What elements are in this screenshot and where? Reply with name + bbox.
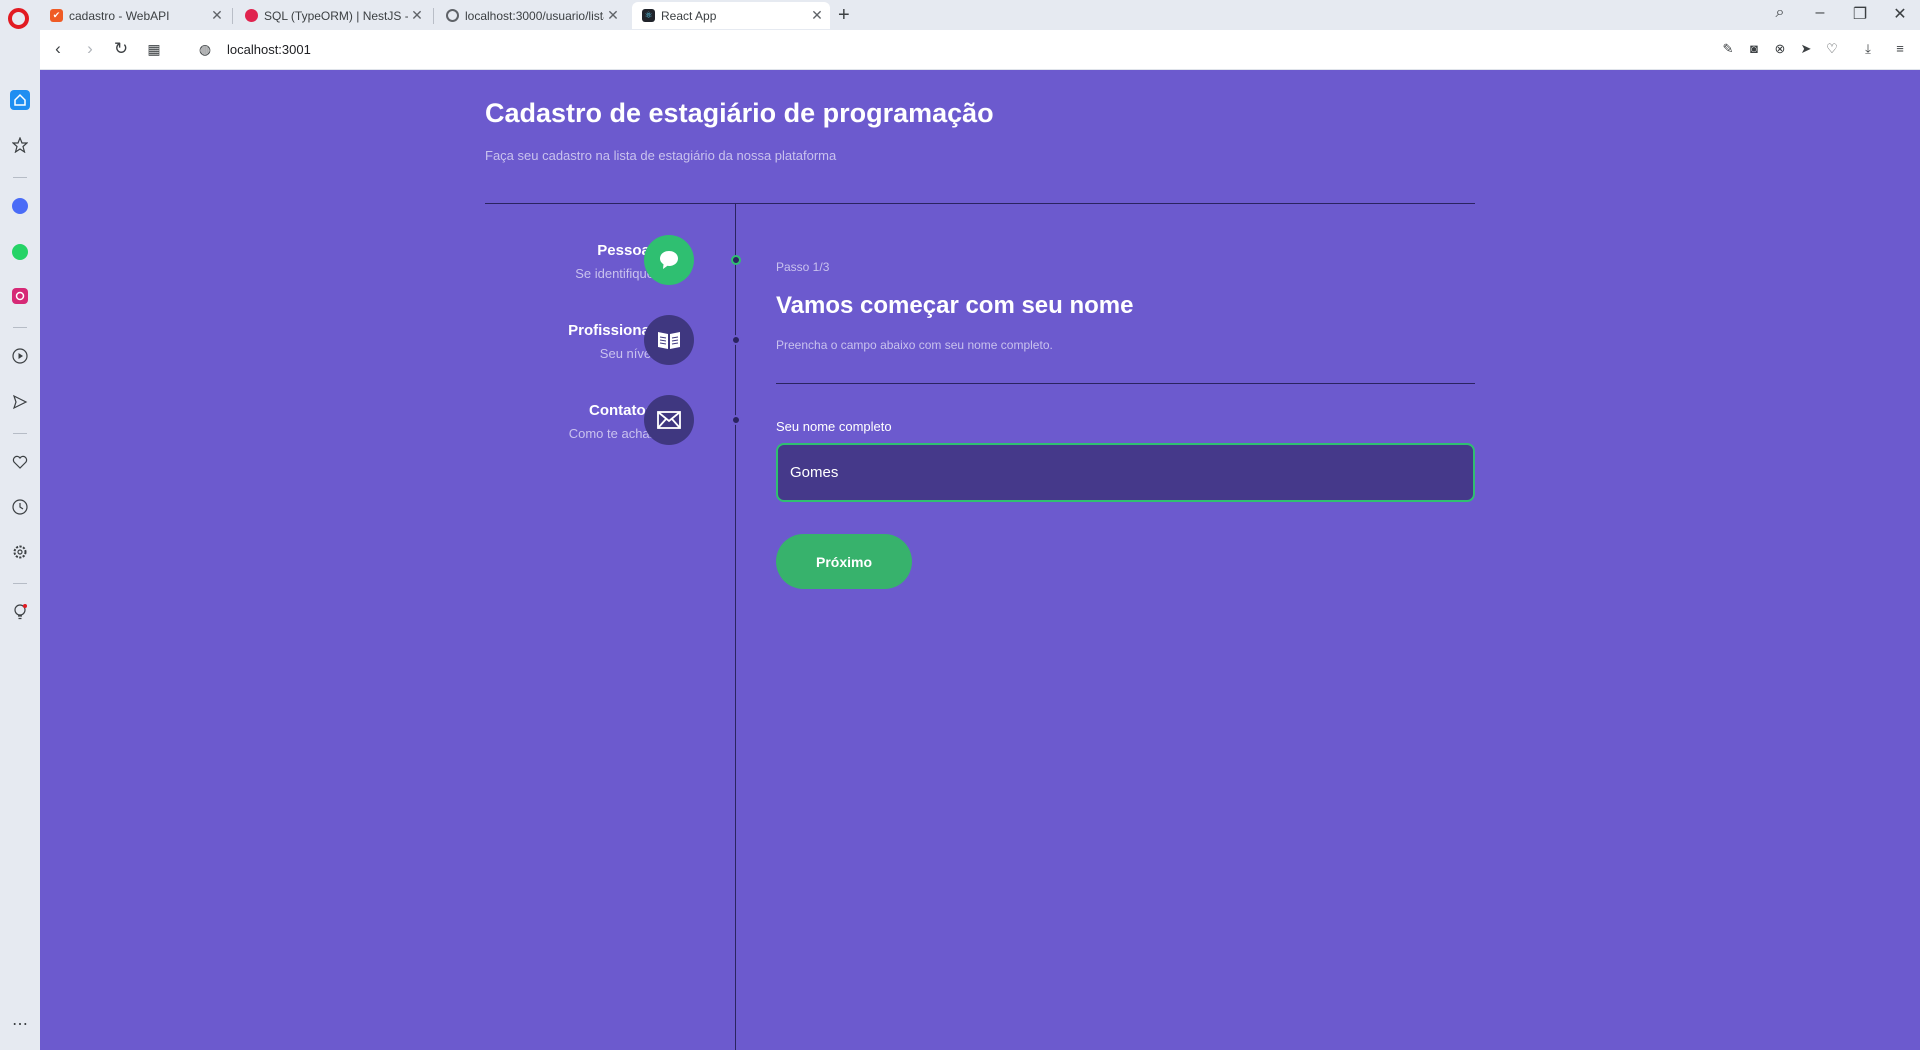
step-profissional[interactable]: Profissional Seu nível (485, 315, 741, 371)
form-divider (776, 383, 1475, 384)
tab-typeorm-nestjs[interactable]: SQL (TypeORM) | NestJS - A ✕ (235, 2, 430, 29)
step-indicator-dot (731, 255, 741, 265)
url-field[interactable]: localhost:3001 (227, 42, 311, 57)
player-icon[interactable] (10, 346, 30, 366)
envelope-icon (644, 395, 694, 445)
heart-icon[interactable]: ♡ (1824, 41, 1840, 57)
sidebar-divider (13, 583, 27, 584)
react-icon: ⚛ (642, 9, 655, 22)
book-icon (644, 315, 694, 365)
more-icon[interactable]: ⋯ (10, 1014, 30, 1034)
restore-icon[interactable]: ❐ (1848, 4, 1872, 24)
globe-icon: ◍ (198, 41, 212, 57)
step-contatos[interactable]: Contatos Como te achar (485, 395, 741, 451)
header-divider (485, 203, 1475, 204)
globe-icon (446, 9, 459, 22)
search-tabs-icon[interactable]: ⌕ (1768, 4, 1792, 22)
home-icon[interactable] (10, 90, 30, 110)
back-icon[interactable]: ‹ (48, 39, 68, 59)
send-icon[interactable]: ➤ (1798, 41, 1814, 57)
opera-sidebar: ⋯ (0, 30, 40, 1050)
history-icon[interactable] (10, 497, 30, 517)
tab-localhost-usuario[interactable]: localhost:3000/usuario/lista ✕ (436, 2, 626, 29)
chat-bubble-icon (644, 235, 694, 285)
reload-icon[interactable]: ↻ (111, 39, 131, 59)
close-icon[interactable]: ✕ (208, 7, 226, 24)
minimize-icon[interactable]: – (1808, 4, 1832, 22)
heart-icon[interactable] (10, 452, 30, 472)
step-indicator-dot (731, 415, 741, 425)
close-icon[interactable]: ✕ (808, 7, 826, 24)
step-sub: Como te achar (568, 426, 654, 441)
forward-icon[interactable]: › (80, 39, 100, 59)
download-icon[interactable]: ⤓ (1860, 41, 1876, 57)
lightbulb-icon[interactable] (10, 602, 30, 622)
tab-divider (232, 8, 233, 24)
full-name-label: Seu nome completo (776, 419, 892, 434)
ad-block-icon[interactable]: ⊗ (1772, 41, 1788, 57)
tab-divider (433, 8, 434, 24)
app-page: Cadastro de estagiário de programação Fa… (40, 70, 1920, 1050)
speed-dial-icon[interactable] (10, 135, 30, 155)
step-counter: Passo 1/3 (776, 260, 830, 274)
page-title: Cadastro de estagiário de programação (485, 98, 994, 128)
opera-logo-icon[interactable] (8, 8, 29, 29)
tab-react-app[interactable]: ⚛ React App ✕ (632, 2, 830, 29)
camera-icon[interactable]: ◙ (1746, 41, 1762, 57)
close-window-icon[interactable]: ✕ (1888, 4, 1912, 24)
nestjs-icon (245, 9, 258, 22)
postman-icon: ✔ (50, 9, 63, 22)
full-name-input[interactable] (776, 443, 1475, 502)
step-description: Preencha o campo abaixo com seu nome com… (776, 338, 1053, 352)
step-sub: Se identifique (575, 266, 654, 281)
instagram-icon[interactable] (10, 286, 30, 306)
step-pessoal[interactable]: Pessoal Se identifique (485, 235, 741, 291)
close-icon[interactable]: ✕ (408, 7, 426, 24)
tab-bar: ✔ cadastro - WebAPI ✕ SQL (TypeORM) | Ne… (0, 0, 1920, 30)
page-subtitle: Faça seu cadastro na lista de estagiário… (485, 148, 837, 163)
settings-icon[interactable] (10, 542, 30, 562)
next-button[interactable]: Próximo (776, 534, 912, 589)
sidebar-divider (13, 177, 27, 178)
address-bar: ‹ › ↻ ▦ ◍ localhost:3001 ✎ ◙ ⊗ ➤ ♡ ⤓ ≡ (40, 30, 1920, 70)
step-indicator-dot (731, 335, 741, 345)
step-heading: Vamos começar com seu nome (776, 292, 1134, 319)
tab-cadastro-webapi[interactable]: ✔ cadastro - WebAPI ✕ (40, 2, 230, 29)
close-icon[interactable]: ✕ (604, 7, 622, 24)
menu-icon[interactable]: ≡ (1892, 41, 1908, 57)
whatsapp-icon[interactable] (10, 242, 30, 262)
sidebar-divider (13, 327, 27, 328)
sidebar-divider (13, 433, 27, 434)
edit-icon[interactable]: ✎ (1720, 41, 1736, 57)
new-tab-button[interactable]: + (838, 4, 850, 27)
tab-grid-icon[interactable]: ▦ (144, 41, 164, 58)
send-icon[interactable] (10, 392, 30, 412)
messenger-icon[interactable] (10, 196, 30, 216)
step-label: Profissional (568, 322, 654, 339)
